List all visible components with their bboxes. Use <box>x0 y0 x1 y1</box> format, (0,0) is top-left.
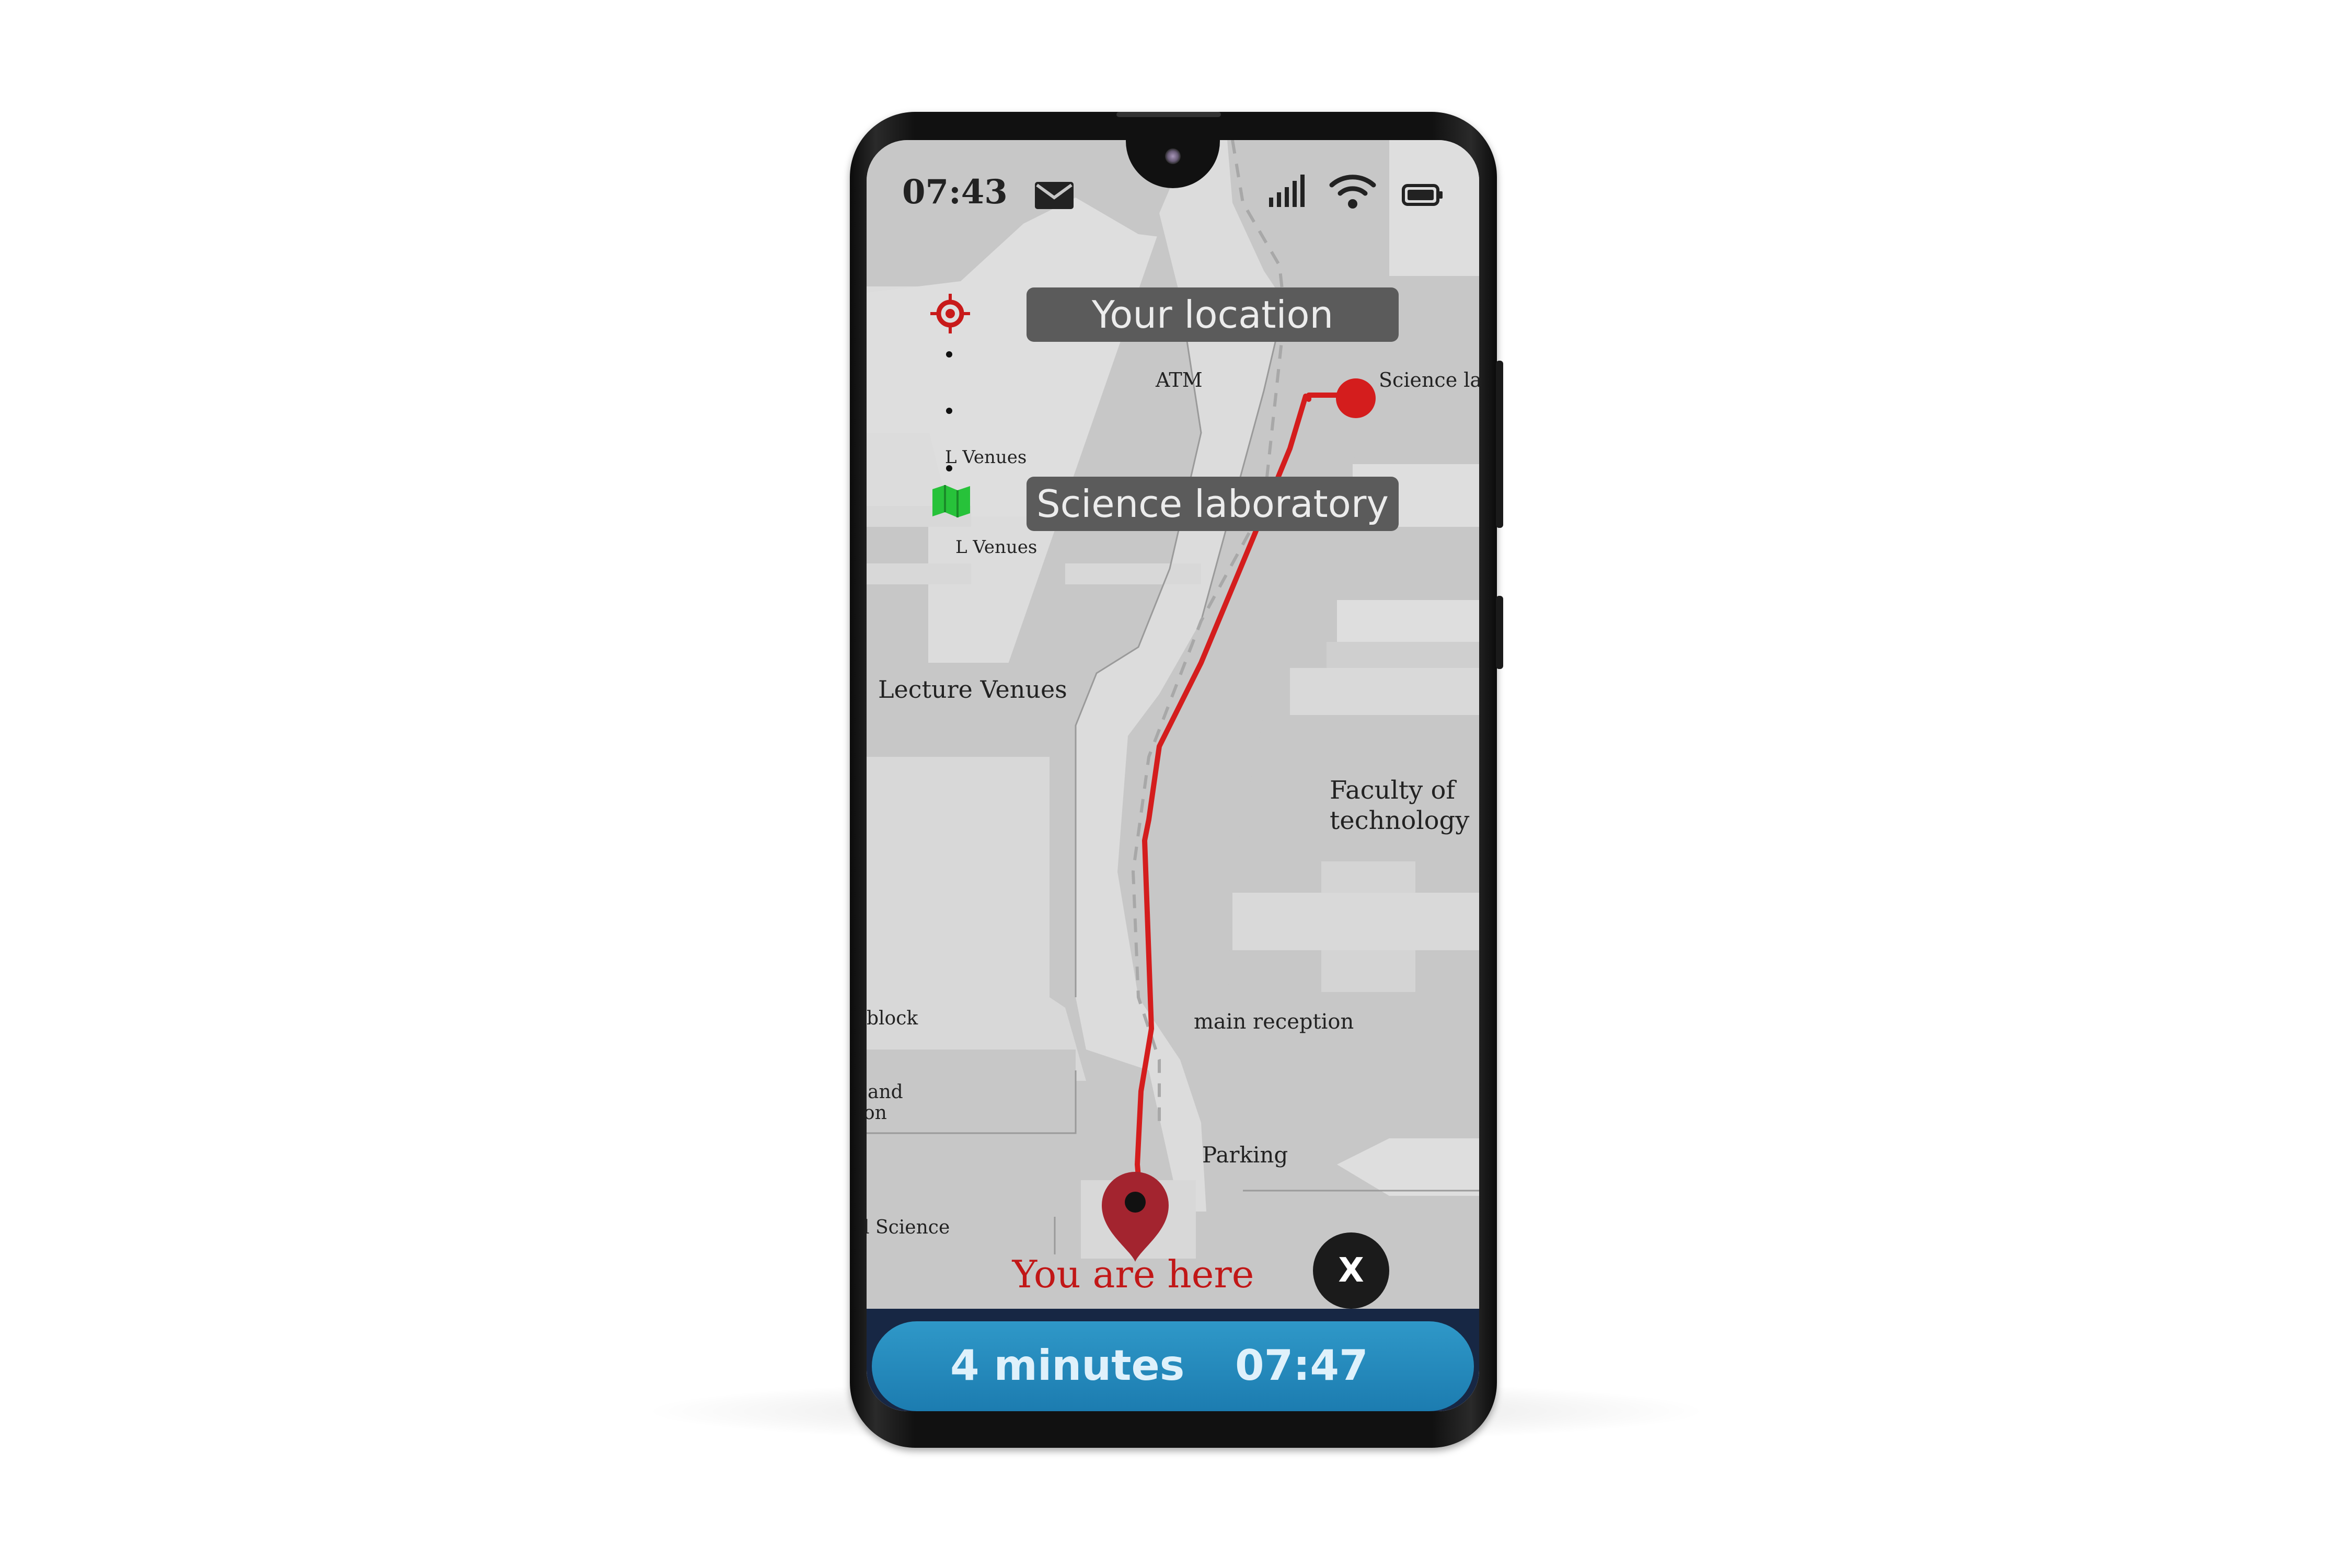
your-location-callout: Your location <box>1027 287 1399 342</box>
route-dot-1 <box>946 351 952 358</box>
eta-arrival-time: 07:47 <box>1235 1341 1368 1390</box>
mail-icon <box>1035 182 1074 209</box>
map-icon[interactable] <box>932 485 970 517</box>
label-l-venues-bottom: L Venues <box>955 537 1037 558</box>
map-building-8 <box>867 757 1050 997</box>
label-atm: ATM <box>1155 368 1203 391</box>
label-science: l Science <box>867 1217 950 1238</box>
map-building-9 <box>867 563 971 584</box>
you-are-here-label: You are here <box>1012 1252 1254 1296</box>
power-button <box>1496 361 1503 528</box>
label-on: on <box>867 1102 887 1124</box>
status-time: 07:43 <box>902 172 1008 212</box>
close-navigation-button[interactable]: X <box>1313 1232 1389 1309</box>
signal-icon <box>1269 175 1305 207</box>
front-camera <box>1165 148 1181 164</box>
phone-screen: ATM Science la L Venues L Venues Lecture… <box>867 140 1479 1411</box>
battery-icon <box>1402 184 1443 206</box>
earpiece-speaker <box>1116 112 1221 117</box>
label-main-reception: main reception <box>1194 1010 1354 1034</box>
destination-callout: Science laboratory <box>1027 477 1399 531</box>
map-building-10 <box>1065 563 1201 584</box>
label-science-lab: Science la <box>1379 368 1479 391</box>
volume-button <box>1496 596 1503 669</box>
label-and: and <box>868 1081 903 1103</box>
route-dot-2 <box>946 408 952 414</box>
label-faculty-line2: technology <box>1330 806 1469 835</box>
label-faculty-line1: Faculty of <box>1330 776 1457 805</box>
label-block: block <box>867 1008 918 1029</box>
map-building-7 <box>1232 893 1479 950</box>
label-parking: Parking <box>1202 1142 1288 1168</box>
wifi-icon <box>1329 175 1376 209</box>
label-lecture-venues: Lecture Venues <box>878 675 1067 704</box>
map-building-1 <box>1389 140 1479 276</box>
eta-bar[interactable]: 4 minutes 07:47 <box>872 1321 1474 1411</box>
eta-duration: 4 minutes <box>950 1341 1185 1390</box>
map-building-5 <box>1290 668 1479 715</box>
route-dot-3 <box>946 465 952 471</box>
label-l-venues-top: L Venues <box>945 447 1027 468</box>
destination-pin-icon[interactable] <box>1336 378 1376 418</box>
